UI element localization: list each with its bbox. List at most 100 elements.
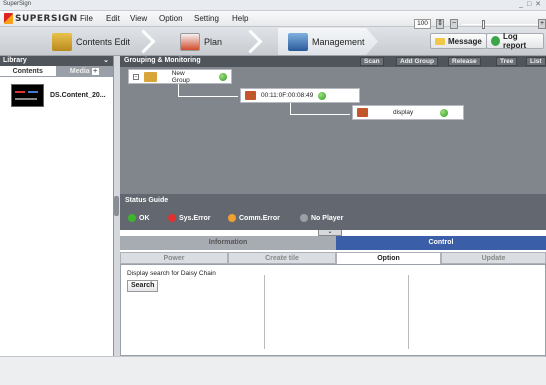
- legend-comm-error: Comm.Error: [228, 214, 280, 222]
- release-button[interactable]: Release: [448, 57, 481, 66]
- add-group-button[interactable]: Add Group: [396, 57, 438, 66]
- window-controls[interactable]: _ □ ✕: [519, 0, 542, 8]
- status-guide: Status Guide OK Sys.Error Comm.Error No …: [120, 194, 546, 230]
- calendar-icon: [180, 32, 200, 51]
- display-node[interactable]: display: [352, 105, 464, 120]
- bottom-status-bar: [0, 356, 546, 385]
- folder-icon: [143, 71, 157, 82]
- legend-label: No Player: [311, 214, 344, 222]
- option-description: Display search for Daisy Chain: [127, 270, 216, 277]
- clapperboard-icon: [52, 32, 72, 51]
- status-ok-icon: [440, 108, 449, 117]
- thumb-bar: [15, 91, 25, 93]
- error-dot-icon: [168, 214, 176, 222]
- add-icon[interactable]: +: [91, 68, 99, 75]
- legend-sys-error: Sys.Error: [168, 214, 211, 222]
- tab-create-tile[interactable]: Create tile: [228, 252, 336, 264]
- menu-help[interactable]: Help: [232, 14, 248, 23]
- monitoring-header: Grouping & Monitoring Scan Add Group Rel…: [120, 56, 546, 67]
- status-ok-icon: [219, 72, 227, 81]
- logo-icon: [4, 13, 13, 24]
- legend-label: Comm.Error: [239, 214, 280, 222]
- title-bar: SuperSign _ □ ✕: [0, 0, 546, 11]
- divider: [408, 275, 409, 349]
- step-label: Management: [312, 36, 365, 47]
- tab-option[interactable]: Option: [336, 252, 441, 264]
- legend-no-player: No Player: [300, 214, 343, 222]
- option-panel: Display search for Daisy Chain Search: [120, 264, 546, 356]
- control-area: Information Control Power Create tile Op…: [120, 236, 546, 356]
- step-management[interactable]: Management: [288, 29, 365, 54]
- workflow-bar: Contents Edit Plan Management Message Lo…: [0, 27, 546, 56]
- slider-thumb[interactable]: [482, 20, 485, 29]
- splitter-grip[interactable]: [114, 196, 119, 216]
- chevron-right-icon: [242, 30, 256, 53]
- monitor-icon: [288, 32, 308, 51]
- chevron-right-icon: [135, 30, 149, 53]
- divider: [264, 275, 265, 349]
- ok-dot-icon: [128, 214, 136, 222]
- group-name: New Group: [171, 69, 190, 84]
- window-title: SuperSign: [3, 1, 32, 7]
- menu-option[interactable]: Option: [159, 14, 183, 23]
- monitoring-title: Grouping & Monitoring: [124, 57, 201, 64]
- log-report-label: Log report: [503, 32, 527, 50]
- warning-dot-icon: [228, 214, 236, 222]
- library-title: Library: [3, 57, 27, 64]
- thumb-bar: [28, 91, 38, 93]
- tab-control[interactable]: Control: [336, 236, 546, 250]
- log-report-button[interactable]: Log report: [486, 32, 544, 50]
- zoom-out-button[interactable]: −: [450, 19, 458, 29]
- list-button[interactable]: List: [526, 57, 546, 66]
- device-node[interactable]: 00:11:0F:00:08:49: [240, 88, 360, 103]
- idle-dot-icon: [300, 214, 308, 222]
- library-panel: Library ⌄ Contents Media + DS.Content_20…: [0, 56, 114, 356]
- zoom-slider[interactable]: [462, 20, 538, 29]
- tab-power[interactable]: Power: [120, 252, 228, 264]
- tab-update[interactable]: Update: [441, 252, 546, 264]
- tab-information[interactable]: Information: [120, 236, 336, 250]
- logo-text: SUPERSIGN: [15, 13, 78, 24]
- tree-connector: [290, 103, 350, 115]
- menu-setting[interactable]: Setting: [194, 14, 219, 23]
- search-button[interactable]: Search: [127, 280, 159, 292]
- step-plan[interactable]: Plan: [180, 29, 222, 54]
- menu-file[interactable]: File: [80, 14, 93, 23]
- thumb-bar: [15, 98, 37, 100]
- tree-connector: [178, 84, 238, 97]
- zoom-in-button[interactable]: +: [538, 19, 546, 29]
- message-label: Message: [448, 36, 482, 46]
- display-name: display: [393, 109, 414, 116]
- tree-button[interactable]: Tree: [496, 57, 518, 66]
- step-label: Contents Edit: [76, 36, 131, 47]
- scan-button[interactable]: Scan: [360, 57, 384, 66]
- collapse-icon[interactable]: −: [133, 73, 139, 80]
- display-icon: [357, 108, 368, 117]
- library-item[interactable]: DS.Content_20...: [11, 84, 106, 107]
- library-item-label: DS.Content_20...: [50, 92, 106, 99]
- menu-view[interactable]: View: [130, 14, 147, 23]
- tab-contents[interactable]: Contents: [0, 66, 56, 76]
- legend-label: Sys.Error: [179, 214, 211, 222]
- legend-ok: OK: [128, 214, 150, 222]
- chevron-down-icon[interactable]: ⌄: [103, 56, 109, 64]
- tab-media[interactable]: Media +: [55, 66, 113, 76]
- status-ok-icon: [318, 91, 327, 100]
- menu-edit[interactable]: Edit: [106, 14, 120, 23]
- zoom-input[interactable]: 100: [414, 19, 431, 29]
- library-header: Library ⌄: [0, 56, 113, 66]
- status-guide-title: Status Guide: [125, 197, 169, 204]
- app-logo: SUPERSIGN: [4, 13, 78, 24]
- device-mac: 00:11:0F:00:08:49: [261, 92, 314, 99]
- library-tabs: Contents Media +: [0, 66, 113, 77]
- content-thumbnail: [11, 84, 44, 107]
- group-node[interactable]: − New Group: [128, 69, 232, 84]
- envelope-icon: [435, 37, 445, 45]
- info-icon: [491, 36, 500, 46]
- step-label: Plan: [204, 36, 223, 47]
- tab-media-label: Media: [69, 68, 90, 75]
- message-button[interactable]: Message: [430, 33, 487, 49]
- zoom-stepper[interactable]: ⇕: [436, 19, 444, 29]
- device-icon: [245, 91, 256, 100]
- step-contents-edit[interactable]: Contents Edit: [52, 29, 130, 54]
